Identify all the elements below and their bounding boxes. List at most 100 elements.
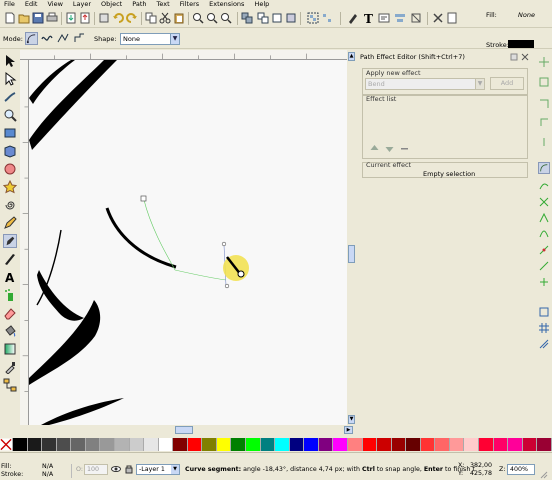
paraxial-mode-icon[interactable] <box>73 32 85 44</box>
move-up-icon[interactable] <box>370 144 379 153</box>
menu-file[interactable]: File <box>4 0 15 9</box>
document-properties-icon[interactable] <box>446 12 458 24</box>
snap-cusp-icon[interactable] <box>538 212 550 224</box>
snap-smooth-icon[interactable] <box>538 228 550 240</box>
text-font-icon[interactable]: T <box>363 12 375 24</box>
paint-bucket-tool-icon[interactable] <box>3 324 17 338</box>
menu-path[interactable]: Path <box>132 0 146 9</box>
snap-bbox-corner-icon[interactable] <box>538 116 550 128</box>
dialog-menu-icon[interactable] <box>510 53 518 61</box>
palette-swatch[interactable] <box>85 438 101 451</box>
palette-swatch[interactable] <box>100 438 115 451</box>
zoom-drawing-icon[interactable] <box>206 12 218 24</box>
pencil-tool-icon[interactable] <box>3 216 17 230</box>
palette-swatch[interactable] <box>289 438 305 451</box>
palette-swatch[interactable] <box>449 438 465 451</box>
palette-swatch[interactable] <box>71 438 86 451</box>
snap-paths-icon[interactable] <box>538 180 550 192</box>
regular-bezier-mode-icon[interactable] <box>25 32 38 45</box>
snap-grid-icon[interactable] <box>538 322 550 334</box>
palette-swatch[interactable] <box>173 438 188 451</box>
open-icon[interactable] <box>18 12 30 24</box>
layer-select[interactable]: -Layer 1 ▼ <box>136 464 180 475</box>
menu-layer[interactable]: Layer <box>73 0 91 9</box>
palette-swatch[interactable] <box>362 438 378 451</box>
palette-swatch[interactable] <box>377 438 392 451</box>
no-paint-icon[interactable] <box>0 438 13 451</box>
export-icon[interactable] <box>79 12 91 24</box>
palette-swatch[interactable] <box>435 438 450 451</box>
palette-swatch[interactable] <box>347 438 363 451</box>
undo-icon[interactable] <box>112 12 124 24</box>
snap-nodes-icon[interactable] <box>538 162 550 174</box>
snap-midpoint-icon[interactable] <box>538 136 550 148</box>
menu-edit[interactable]: Edit <box>25 0 38 9</box>
snap-intersection-icon[interactable] <box>538 196 550 208</box>
duplicate-icon[interactable] <box>241 12 253 24</box>
spiro-mode-icon[interactable] <box>41 32 53 44</box>
cut-icon[interactable] <box>159 12 171 24</box>
palette-swatch[interactable] <box>42 438 57 451</box>
drawing-canvas[interactable] <box>29 60 347 425</box>
palette-swatch[interactable] <box>187 438 203 451</box>
tweak-tool-icon[interactable] <box>3 90 17 104</box>
scroll-up-icon[interactable]: ▲ <box>348 52 355 61</box>
remove-effect-icon[interactable] <box>400 144 409 153</box>
new-document-icon[interactable] <box>4 12 16 24</box>
palette-swatch[interactable] <box>537 438 552 451</box>
stroke-swatch[interactable] <box>508 40 534 48</box>
fill-stroke-icon[interactable] <box>347 12 359 24</box>
move-down-icon[interactable] <box>385 144 394 153</box>
effect-type-select[interactable]: Bend ▼ <box>365 78 485 90</box>
text-tool-icon[interactable]: A <box>3 270 17 284</box>
save-icon[interactable] <box>32 12 44 24</box>
palette-swatch[interactable] <box>304 438 319 451</box>
palette-swatch[interactable] <box>129 438 145 451</box>
palette-swatch[interactable] <box>318 438 334 451</box>
node-tool-icon[interactable] <box>3 72 17 86</box>
dialog-close-icon[interactable] <box>521 53 529 61</box>
effect-list[interactable] <box>366 104 524 140</box>
scroll-right-icon[interactable]: ▶ <box>344 426 353 434</box>
menu-help[interactable]: Help <box>254 0 269 9</box>
unlink-clone-icon[interactable] <box>271 12 283 24</box>
star-tool-icon[interactable] <box>3 180 17 194</box>
menu-object[interactable]: Object <box>101 0 122 9</box>
snap-object-midpoint-icon[interactable] <box>538 260 550 272</box>
import-icon[interactable] <box>65 12 77 24</box>
horizontal-scroll-thumb[interactable] <box>175 426 193 434</box>
add-effect-button[interactable]: Add <box>490 77 524 90</box>
opacity-field[interactable]: 100 <box>84 464 108 475</box>
transform-icon[interactable] <box>410 12 422 24</box>
palette-swatch[interactable] <box>144 438 159 451</box>
palette-swatch[interactable] <box>420 438 436 451</box>
pen-tool-icon[interactable] <box>3 234 17 248</box>
snap-bbox-icon[interactable] <box>538 76 550 88</box>
menu-filters[interactable]: Filters <box>180 0 199 9</box>
dropper-tool-icon[interactable] <box>3 360 17 374</box>
spiral-tool-icon[interactable] <box>3 198 17 212</box>
calligraphy-tool-icon[interactable] <box>3 252 17 266</box>
menu-view[interactable]: View <box>47 0 62 9</box>
vertical-scroll-thumb[interactable] <box>348 245 355 263</box>
palette-swatch[interactable] <box>508 438 523 451</box>
gradient-tool-icon[interactable] <box>3 342 17 356</box>
palette-swatch[interactable] <box>333 438 348 451</box>
palette-swatch[interactable] <box>231 438 246 451</box>
snap-line-mid-icon[interactable] <box>538 244 550 256</box>
layer-visibility-icon[interactable] <box>111 464 121 474</box>
menu-extensions[interactable]: Extensions <box>209 0 244 9</box>
snap-toggle-icon[interactable] <box>538 56 550 68</box>
snap-guide-icon[interactable] <box>538 338 550 350</box>
palette-swatch[interactable] <box>464 438 479 451</box>
ungroup-icon[interactable] <box>321 12 333 24</box>
copy-icon[interactable] <box>145 12 157 24</box>
snap-rotation-center-icon[interactable] <box>538 276 550 288</box>
layer-lock-icon[interactable] <box>124 464 134 474</box>
horizontal-scrollbar[interactable]: ▶ <box>20 425 356 435</box>
clone-icon[interactable] <box>257 12 269 24</box>
snap-bbox-edge-icon[interactable] <box>538 98 550 110</box>
palette-swatch[interactable] <box>406 438 421 451</box>
zoom-tool-icon[interactable] <box>3 108 17 122</box>
ellipse-tool-icon[interactable] <box>3 162 17 176</box>
